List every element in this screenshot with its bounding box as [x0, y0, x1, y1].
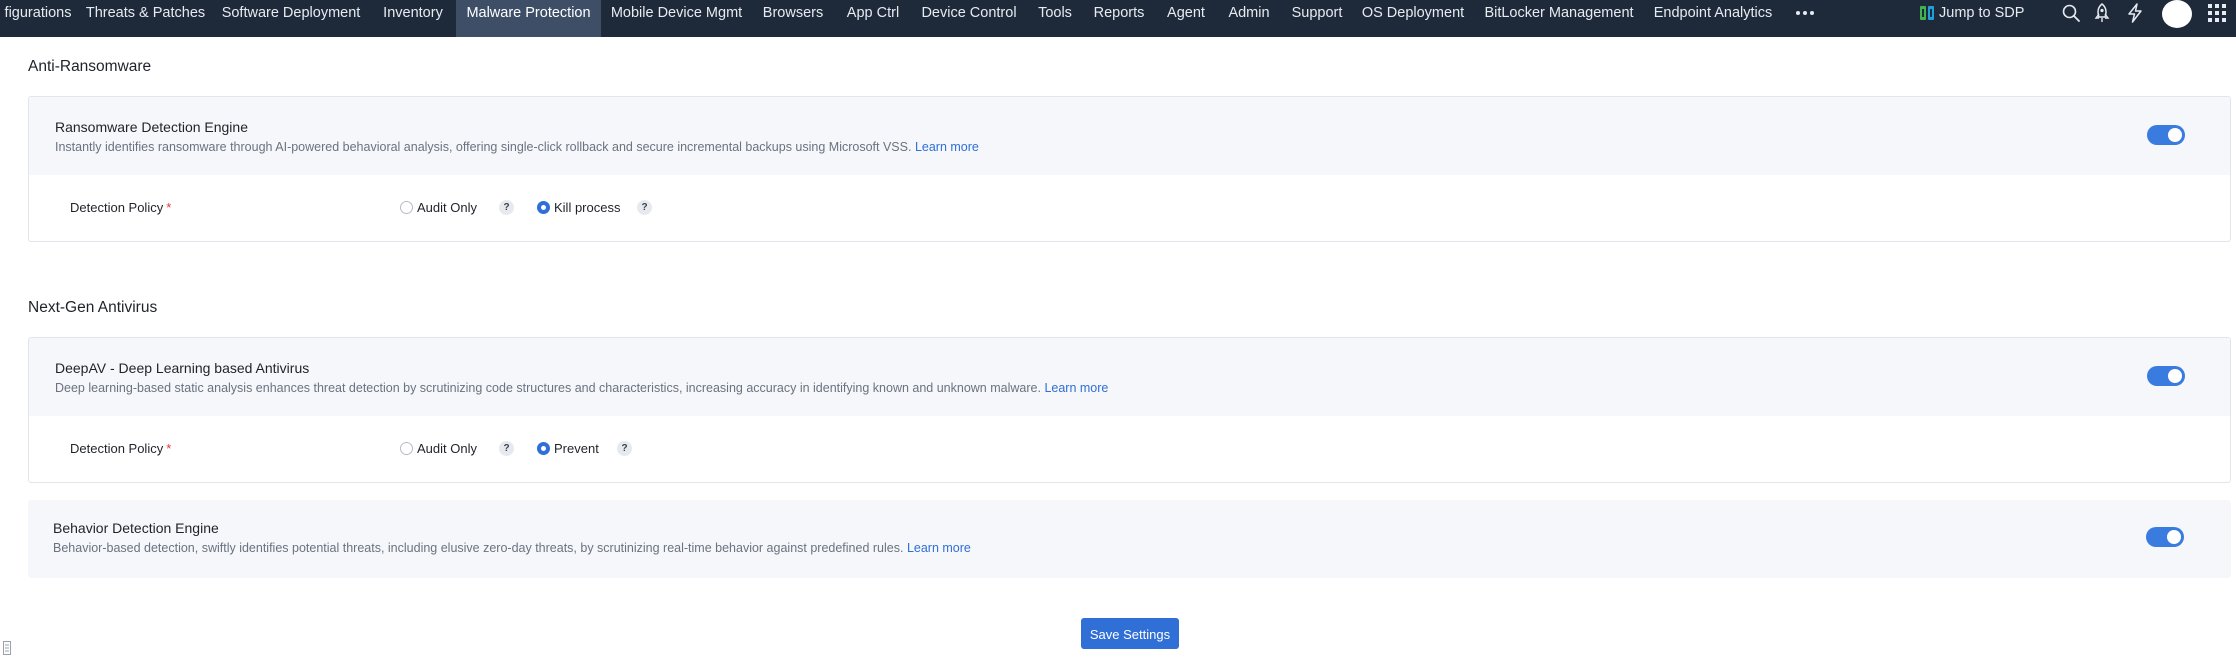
- ransomware-engine-description: Instantly identifies ransomware through …: [55, 140, 979, 154]
- nav-item-endpoint-analytics[interactable]: Endpoint Analytics: [1648, 0, 1778, 37]
- jump-to-sdp-link[interactable]: Jump to SDP: [1920, 0, 2025, 26]
- nav-item-configurations[interactable]: figurations: [0, 0, 76, 37]
- nav-item-admin[interactable]: Admin: [1221, 0, 1277, 37]
- nav-item-agent[interactable]: Agent: [1160, 0, 1212, 37]
- resize-handle-icon: [3, 641, 11, 655]
- toggle-knob: [2167, 530, 2181, 544]
- ransomware-engine-toggle[interactable]: [2147, 125, 2185, 145]
- nav-item-browsers[interactable]: Browsers: [755, 0, 831, 37]
- behavior-description-text: Behavior-based detection, swiftly identi…: [53, 541, 904, 555]
- help-icon[interactable]: ?: [499, 200, 514, 215]
- deepav-detection-policy-label: Detection Policy *: [70, 441, 171, 456]
- section-title-next-gen-antivirus: Next-Gen Antivirus: [28, 299, 158, 316]
- nav-item-bitlocker-management[interactable]: BitLocker Management: [1480, 0, 1638, 37]
- required-mark: *: [166, 441, 172, 456]
- ransomware-detection-policy-label: Detection Policy *: [70, 200, 171, 215]
- deepav-card: DeepAV - Deep Learning based Antivirus D…: [28, 337, 2231, 483]
- behavior-card-header: Behavior Detection Engine Behavior-based…: [28, 500, 2231, 578]
- radio-label: Kill process: [554, 200, 621, 215]
- nav-item-inventory[interactable]: Inventory: [373, 0, 453, 37]
- nav-item-support[interactable]: Support: [1285, 0, 1349, 37]
- nav-item-device-control[interactable]: Device Control: [914, 0, 1024, 37]
- deepav-toggle[interactable]: [2147, 366, 2185, 386]
- nav-item-tools[interactable]: Tools: [1031, 0, 1079, 37]
- toggle-knob: [2168, 369, 2182, 383]
- rocket-icon[interactable]: [2092, 3, 2112, 23]
- deepav-card-header: DeepAV - Deep Learning based Antivirus D…: [29, 338, 2230, 416]
- nav-item-mobile-device-mgmt[interactable]: Mobile Device Mgmt: [606, 0, 747, 37]
- radio-button[interactable]: [400, 442, 413, 455]
- more-horizontal-icon[interactable]: [1793, 0, 1819, 26]
- help-icon[interactable]: ?: [499, 441, 514, 456]
- radio-label: Prevent: [554, 441, 599, 456]
- jump-to-sdp-label: Jump to SDP: [1939, 5, 2025, 21]
- nav-item-malware-protection[interactable]: Malware Protection: [456, 0, 601, 37]
- radio-button-checked[interactable]: [537, 201, 550, 214]
- apps-grid-icon[interactable]: [2208, 4, 2228, 24]
- lightning-icon[interactable]: [2125, 3, 2145, 23]
- ransomware-card: Ransomware Detection Engine Instantly id…: [28, 96, 2231, 242]
- behavior-learn-more-link[interactable]: Learn more: [907, 541, 971, 555]
- behavior-detection-card: Behavior Detection Engine Behavior-based…: [28, 500, 2231, 578]
- deepav-title: DeepAV - Deep Learning based Antivirus: [55, 360, 310, 376]
- policy-label-text: Detection Policy: [70, 200, 164, 215]
- save-settings-button[interactable]: Save Settings: [1081, 618, 1179, 649]
- policy-label-text: Detection Policy: [70, 441, 164, 456]
- sdp-logo-icon: [1920, 6, 1934, 20]
- behavior-engine-title: Behavior Detection Engine: [53, 520, 219, 536]
- radio-label: Audit Only: [417, 200, 477, 215]
- search-icon[interactable]: [2061, 3, 2081, 23]
- radio-label: Audit Only: [417, 441, 477, 456]
- nav-item-software-deployment[interactable]: Software Deployment: [216, 0, 366, 37]
- ransomware-description-text: Instantly identifies ransomware through …: [55, 140, 912, 154]
- deepav-learn-more-link[interactable]: Learn more: [1044, 381, 1108, 395]
- toggle-knob: [2168, 128, 2182, 142]
- nav-item-threats-patches[interactable]: Threats & Patches: [80, 0, 211, 37]
- section-title-anti-ransomware: Anti-Ransomware: [28, 58, 152, 75]
- behavior-engine-description: Behavior-based detection, swiftly identi…: [53, 541, 971, 555]
- nav-item-reports[interactable]: Reports: [1087, 0, 1151, 37]
- radio-button[interactable]: [400, 201, 413, 214]
- ransomware-learn-more-link[interactable]: Learn more: [915, 140, 979, 154]
- help-icon[interactable]: ?: [617, 441, 632, 456]
- ransomware-engine-title: Ransomware Detection Engine: [55, 119, 248, 135]
- top-navigation-bar: figurations Threats & Patches Software D…: [0, 0, 2236, 37]
- behavior-engine-toggle[interactable]: [2146, 527, 2184, 547]
- deepav-description: Deep learning-based static analysis enha…: [55, 381, 1108, 395]
- required-mark: *: [166, 200, 172, 215]
- deepav-description-text: Deep learning-based static analysis enha…: [55, 381, 1041, 395]
- nav-item-app-ctrl[interactable]: App Ctrl: [838, 0, 908, 37]
- ransomware-card-header: Ransomware Detection Engine Instantly id…: [29, 97, 2230, 175]
- nav-item-os-deployment[interactable]: OS Deployment: [1358, 0, 1468, 37]
- radio-button-checked[interactable]: [537, 442, 550, 455]
- avatar[interactable]: [2162, 0, 2192, 28]
- help-icon[interactable]: ?: [637, 200, 652, 215]
